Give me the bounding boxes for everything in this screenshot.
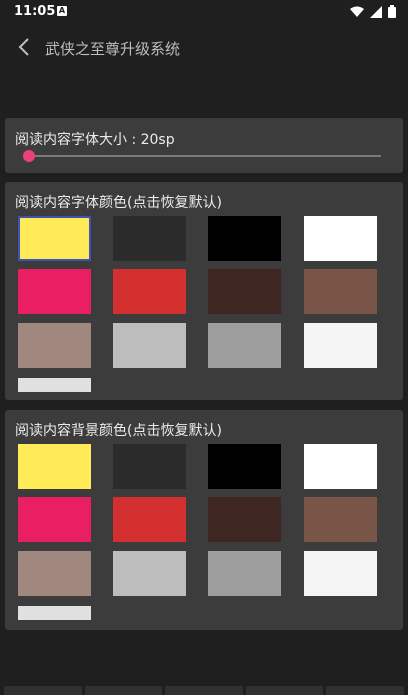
bg-color-swatch[interactable] bbox=[18, 551, 91, 596]
font-color-swatch[interactable] bbox=[18, 269, 91, 314]
font-size-card: 阅读内容字体大小 : 20sp bbox=[5, 118, 403, 173]
bg-color-swatch[interactable] bbox=[113, 444, 186, 489]
chevron-left-icon[interactable] bbox=[14, 36, 36, 58]
font-color-swatch[interactable] bbox=[304, 216, 377, 261]
bg-color-swatch[interactable] bbox=[113, 551, 186, 596]
status-bar: 11:05 A bbox=[0, 0, 408, 24]
bg-color-swatch[interactable] bbox=[208, 444, 281, 489]
font-color-swatch[interactable] bbox=[113, 269, 186, 314]
font-color-swatch[interactable] bbox=[208, 323, 281, 368]
bottom-tab[interactable] bbox=[4, 686, 82, 695]
font-size-slider-track[interactable] bbox=[28, 155, 381, 157]
bg-color-swatch[interactable] bbox=[304, 444, 377, 489]
font-color-swatch[interactable] bbox=[208, 269, 281, 314]
font-color-swatch[interactable] bbox=[304, 323, 377, 368]
bg-color-card: 阅读内容背景颜色(点击恢复默认) bbox=[5, 410, 403, 630]
bottom-tab[interactable] bbox=[246, 686, 323, 695]
wifi-icon bbox=[350, 6, 364, 17]
bottom-tabs bbox=[0, 686, 408, 695]
signal-icon bbox=[370, 5, 382, 18]
bg-color-swatch[interactable] bbox=[18, 444, 91, 489]
font-size-slider-thumb[interactable] bbox=[23, 150, 35, 162]
font-color-swatch[interactable] bbox=[18, 378, 91, 392]
status-icons bbox=[350, 5, 396, 18]
font-color-swatch[interactable] bbox=[304, 269, 377, 314]
bg-color-title[interactable]: 阅读内容背景颜色(点击恢复默认) bbox=[15, 420, 222, 440]
notification-badge: A bbox=[57, 6, 67, 16]
font-color-swatch[interactable] bbox=[113, 216, 186, 261]
font-color-swatch[interactable] bbox=[18, 323, 91, 368]
bg-color-swatch[interactable] bbox=[304, 497, 377, 542]
bg-color-swatch[interactable] bbox=[113, 497, 186, 542]
font-color-title[interactable]: 阅读内容字体颜色(点击恢复默认) bbox=[15, 192, 222, 212]
page-title: 武侠之至尊升级系统 bbox=[45, 40, 181, 58]
bottom-tab[interactable] bbox=[85, 686, 162, 695]
font-color-swatch[interactable] bbox=[113, 323, 186, 368]
bg-color-swatch[interactable] bbox=[18, 606, 91, 620]
bg-color-swatch[interactable] bbox=[18, 497, 91, 542]
bottom-tab[interactable] bbox=[326, 686, 404, 695]
bottom-tab[interactable] bbox=[165, 686, 243, 695]
bg-color-swatch[interactable] bbox=[208, 551, 281, 596]
font-color-swatch[interactable] bbox=[18, 216, 91, 261]
battery-icon bbox=[388, 5, 396, 18]
font-size-label: 阅读内容字体大小 : 20sp bbox=[15, 132, 175, 148]
toolbar: 武侠之至尊升级系统 bbox=[0, 24, 408, 72]
bg-color-swatch[interactable] bbox=[304, 551, 377, 596]
bg-color-swatch[interactable] bbox=[208, 497, 281, 542]
font-color-swatch[interactable] bbox=[208, 216, 281, 261]
status-time: 11:05 bbox=[14, 4, 56, 19]
font-color-card: 阅读内容字体颜色(点击恢复默认) bbox=[5, 182, 403, 400]
